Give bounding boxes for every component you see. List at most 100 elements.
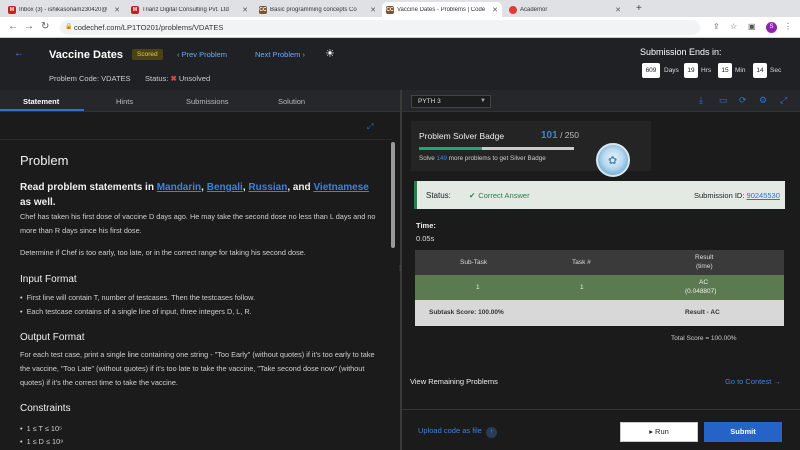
- lang-link-mandarin[interactable]: Mandarin: [157, 182, 201, 193]
- settings-gear-icon[interactable]: ⚙: [759, 95, 767, 106]
- divider: [402, 409, 800, 410]
- side-panel-icon[interactable]: ▣: [748, 22, 756, 31]
- submit-button[interactable]: Submit: [704, 422, 782, 442]
- results-panel: Problem Solver Badge 101 / 250 Solve 149…: [402, 112, 800, 450]
- browser-tab[interactable]: Academor ✕: [505, 2, 625, 17]
- tab-solution[interactable]: Solution: [278, 97, 305, 106]
- browser-tab-bar: M Inbox (3) - ishikasonam230420@ ✕ M Tri…: [0, 0, 800, 17]
- constraints-heading: Constraints: [20, 403, 71, 414]
- language-select[interactable]: PYTH 3 ▼: [411, 95, 491, 108]
- reload-icon[interactable]: ↻: [41, 21, 49, 32]
- badge-progress-bar: [419, 147, 574, 150]
- result-table: Sub-Task Task # Result (time) 1 1 AC (0.…: [415, 250, 784, 351]
- table-row: 1 1 AC (0.048807): [415, 275, 784, 300]
- timer-seconds-unit: Sec: [770, 67, 782, 74]
- tab-hints[interactable]: Hints: [116, 97, 133, 106]
- badge-count: 101 / 250: [541, 130, 579, 141]
- scored-badge: Scored: [132, 49, 163, 60]
- download-icon[interactable]: ⤓: [699, 95, 703, 106]
- run-button[interactable]: ▸ Run: [620, 422, 698, 442]
- submission-id-link[interactable]: 90245530: [747, 191, 780, 200]
- result-cell: AC: [699, 279, 709, 286]
- prev-problem-link[interactable]: ‹ Prev Problem: [177, 50, 227, 59]
- next-problem-link[interactable]: Next Problem ›: [255, 50, 305, 59]
- close-tab-icon[interactable]: ✕: [242, 6, 248, 14]
- close-tab-icon[interactable]: ✕: [370, 6, 376, 14]
- codechef-icon: CC: [386, 5, 394, 14]
- view-remaining-problems-link[interactable]: View Remaining Problems: [410, 377, 498, 386]
- statement-paragraph: Determine if Chef is too early, too late…: [20, 248, 306, 257]
- result-summary: Result - AC: [685, 309, 720, 316]
- new-tab-button[interactable]: +: [636, 3, 642, 14]
- forward-arrow-icon[interactable]: →: [24, 21, 34, 32]
- close-tab-icon[interactable]: ✕: [114, 6, 120, 14]
- badge-progress-fill: [419, 147, 482, 150]
- scrollbar-thumb[interactable]: [391, 142, 395, 248]
- expand-icon[interactable]: ⤢: [367, 122, 373, 132]
- lang-link-russian[interactable]: Russian: [248, 182, 287, 193]
- browser-tab[interactable]: CC Basic programming concepts Co ✕: [255, 2, 380, 17]
- bookmark-star-icon[interactable]: ☆: [730, 22, 737, 31]
- fullscreen-icon[interactable]: ⤢: [780, 95, 787, 106]
- refresh-icon[interactable]: ⟳: [739, 95, 747, 106]
- gear-icon: ✿: [608, 155, 618, 167]
- timer-days-unit: Days: [664, 67, 679, 74]
- constraint-item: 1 ≤ T ≤ 10⁵: [20, 424, 380, 433]
- timer-hours: 19: [684, 63, 698, 78]
- submission-status-bar: Status: ✔ Correct Answer Submission ID: 9…: [414, 181, 785, 209]
- browser-tab[interactable]: M Trianz Digital Consulting Pvt. Ltd ✕: [127, 2, 252, 17]
- problem-header: ← Vaccine Dates Scored ‹ Prev Problem Ne…: [0, 38, 800, 90]
- lock-icon: 🔒: [65, 24, 73, 30]
- back-arrow-icon[interactable]: ←: [14, 48, 26, 60]
- close-tab-icon[interactable]: ✕: [615, 6, 621, 14]
- active-tab-underline: [0, 109, 84, 111]
- theme-toggle-sun-icon[interactable]: ☀: [325, 47, 335, 60]
- address-bar: ← → ↻ 🔒 codechef.com/LP1TO201/problems/V…: [0, 17, 800, 38]
- time-value: 0.05s: [416, 234, 435, 243]
- constraint-item: 1 ≤ D ≤ 10⁹: [20, 437, 380, 446]
- go-to-contest-link[interactable]: Go to Contest →: [725, 377, 781, 386]
- browser-tab-active[interactable]: CC Vaccine Dates - Problems | Code ✕: [382, 2, 502, 17]
- upload-arrow-icon: ↑: [485, 427, 497, 438]
- menu-kebab-icon[interactable]: ⋮: [784, 22, 792, 31]
- column-header: Result: [695, 254, 714, 261]
- lang-link-vietnamese[interactable]: Vietnamese: [313, 182, 368, 193]
- statement-panel: ⤢ Problem Read problem statements in Man…: [0, 112, 400, 450]
- url-field[interactable]: 🔒 codechef.com/LP1TO201/problems/VDATES: [60, 20, 700, 35]
- timer-days: 609: [642, 63, 660, 78]
- gmail-icon: M: [131, 5, 139, 14]
- arrow-right-icon: →: [773, 377, 781, 386]
- input-format-item: First line will contain T, number of tes…: [20, 293, 380, 302]
- column-header: Task #: [572, 259, 591, 266]
- comment-icon[interactable]: ▭: [719, 95, 728, 106]
- badge-subtext: Solve 149 more problems to get Silver Ba…: [419, 155, 546, 162]
- share-icon[interactable]: ⇪: [713, 22, 720, 31]
- divider: [0, 139, 392, 140]
- back-arrow-icon[interactable]: ←: [8, 21, 18, 32]
- tab-statement[interactable]: Statement: [23, 97, 59, 106]
- browser-tab[interactable]: M Inbox (3) - ishikasonam230420@ ✕: [4, 2, 124, 17]
- silver-badge-icon: ✿: [596, 143, 630, 177]
- status-value: ✔ Correct Answer: [469, 191, 530, 200]
- output-format-heading: Output Format: [20, 332, 85, 343]
- close-tab-icon[interactable]: ✕: [492, 6, 498, 14]
- profile-avatar[interactable]: S: [766, 22, 777, 33]
- lang-link-bengali[interactable]: Bengali: [207, 182, 243, 193]
- read-statements-line: Read problem statements in Mandarin, Ben…: [20, 182, 369, 208]
- submission-ends-label: Submission Ends in:: [640, 47, 722, 57]
- input-format-item: Each testcase contains of a single line …: [20, 307, 380, 316]
- time-cell: (0.048807): [685, 288, 717, 295]
- problem-heading: Problem: [20, 153, 69, 168]
- status-label: Status:: [426, 191, 451, 200]
- badge-card: Problem Solver Badge 101 / 250 Solve 149…: [411, 121, 651, 177]
- tab-submissions[interactable]: Submissions: [186, 97, 229, 106]
- timer-minutes: 15: [718, 63, 732, 78]
- badge-title: Problem Solver Badge: [419, 131, 505, 141]
- input-format-heading: Input Format: [20, 274, 77, 285]
- codechef-icon: CC: [259, 5, 267, 14]
- upload-code-link[interactable]: Upload code as file ↑: [418, 426, 497, 438]
- column-header: (time): [696, 263, 713, 270]
- play-icon: ▸: [649, 427, 653, 436]
- problem-tabs: Statement Hints Submissions Solution: [0, 90, 400, 112]
- editor-toolbar: PYTH 3 ▼ ⤓ ▭ ⟳ ⚙ ⤢: [402, 90, 800, 112]
